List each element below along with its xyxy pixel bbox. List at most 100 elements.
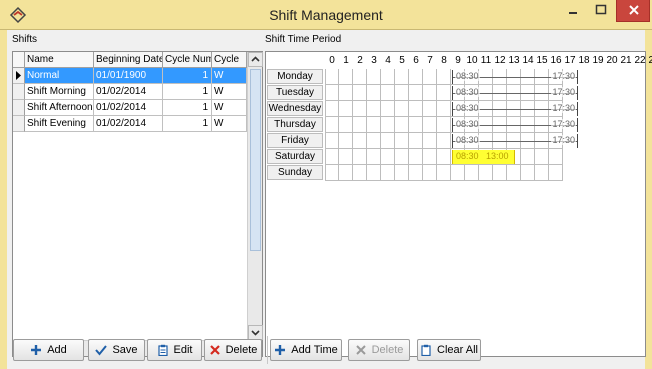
time-slot-cell[interactable] [353,85,367,101]
cell-beginning-date[interactable]: 01/02/2014 [94,116,163,132]
time-slot-cell[interactable] [409,85,423,101]
vertical-scroll-thumb[interactable] [250,69,261,251]
cell-cycle-num[interactable]: 1 [163,116,212,132]
time-slot-cell[interactable] [381,101,395,117]
time-slot-cell[interactable] [339,101,353,117]
cell-cycle-num[interactable]: 1 [163,100,212,116]
time-slot-cell[interactable] [437,149,451,165]
save-button[interactable]: Save [88,339,145,361]
time-slot-cell[interactable] [423,69,437,85]
clear-all-button[interactable]: Clear All [417,339,481,361]
edit-button[interactable]: Edit [147,339,202,361]
time-slot-cell[interactable] [325,117,339,133]
delete-time-button[interactable]: Delete [348,339,410,361]
delete-button[interactable]: Delete [204,339,262,361]
time-slot-cell[interactable] [381,133,395,149]
cell-name[interactable]: Shift Evening [25,116,94,132]
time-slot-cell[interactable] [339,117,353,133]
scroll-up-button[interactable] [248,52,263,67]
time-slot-cell[interactable] [395,149,409,165]
time-slot-cell[interactable] [381,85,395,101]
time-slot-cell[interactable] [353,149,367,165]
column-header-name[interactable]: Name [25,52,94,68]
time-slot-cell[interactable] [549,149,563,165]
time-slot-cell[interactable] [325,101,339,117]
time-slot-cell[interactable] [409,69,423,85]
time-slot-cell[interactable] [367,69,381,85]
time-slot-cell[interactable] [395,117,409,133]
time-slot-cell[interactable] [479,165,493,181]
time-slot-cell[interactable] [339,69,353,85]
shift-period-bar[interactable]: 08:30 17:30 [452,86,578,100]
cell-name[interactable]: Shift Morning [25,84,94,100]
table-row[interactable]: Shift Morning 01/02/2014 1 W [13,84,247,100]
column-header-cycle[interactable]: Cycle [212,52,247,68]
time-slot-cell[interactable] [367,133,381,149]
cell-cycle[interactable]: W [212,100,247,116]
cell-beginning-date[interactable]: 01/01/1900 [94,68,163,84]
time-slot-cell[interactable] [521,149,535,165]
time-slot-cell[interactable] [381,149,395,165]
time-slot-cell[interactable] [339,133,353,149]
time-slot-cell[interactable] [423,133,437,149]
add-time-button[interactable]: Add Time [270,339,342,361]
time-slot-cell[interactable] [325,85,339,101]
time-period-grid[interactable]: 0123456789101112131415161718192021222324… [265,51,652,357]
cell-cycle-num[interactable]: 1 [163,84,212,100]
shift-period-bar[interactable]: 08:30 17:30 [452,102,578,116]
time-slot-cell[interactable] [395,85,409,101]
shift-period-bar[interactable]: 08:30 17:30 [452,134,578,148]
table-row[interactable]: Shift Evening 01/02/2014 1 W [13,116,247,132]
time-slot-cell[interactable] [409,101,423,117]
time-slot-cell[interactable] [423,165,437,181]
time-slot-cell[interactable] [535,165,549,181]
time-slot-cell[interactable] [437,133,451,149]
add-button[interactable]: Add [13,339,84,361]
time-slot-cell[interactable] [339,149,353,165]
time-slot-cell[interactable] [367,101,381,117]
time-slot-cell[interactable] [437,117,451,133]
time-slot-cell[interactable] [367,149,381,165]
time-slot-cell[interactable] [353,117,367,133]
time-slot-cell[interactable] [535,149,549,165]
time-slot-cell[interactable] [423,85,437,101]
vertical-scrollbar[interactable] [247,52,263,340]
table-row[interactable]: Normal 01/01/1900 1 W [13,68,247,84]
close-button[interactable] [616,0,650,22]
time-slot-cell[interactable] [353,101,367,117]
time-slot-cell[interactable] [381,69,395,85]
time-slot-cell[interactable] [325,165,339,181]
time-slot-cell[interactable] [395,101,409,117]
shift-period-bar[interactable]: 08:30 17:30 [452,118,578,132]
time-slot-cell[interactable] [423,101,437,117]
time-slot-cell[interactable] [395,133,409,149]
time-slot-cell[interactable] [395,69,409,85]
time-slot-cell[interactable] [521,165,535,181]
cell-beginning-date[interactable]: 01/02/2014 [94,84,163,100]
cell-cycle[interactable]: W [212,68,247,84]
cell-name[interactable]: Normal [25,68,94,84]
time-slot-cell[interactable] [451,165,465,181]
time-slot-cell[interactable] [395,165,409,181]
time-slot-cell[interactable] [325,149,339,165]
time-slot-cell[interactable] [437,69,451,85]
time-slot-cell[interactable] [381,117,395,133]
time-slot-cell[interactable] [409,165,423,181]
time-slot-cell[interactable] [353,133,367,149]
scroll-down-button[interactable] [248,325,263,340]
time-slot-cell[interactable] [381,165,395,181]
time-slot-cell[interactable] [437,101,451,117]
time-slot-cell[interactable] [339,85,353,101]
shift-period-bar[interactable]: 08:30 17:30 [452,70,578,84]
time-slot-cell[interactable] [353,69,367,85]
time-slot-cell[interactable] [367,165,381,181]
time-slot-cell[interactable] [437,165,451,181]
time-slot-cell[interactable] [493,165,507,181]
time-slot-cell[interactable] [339,165,353,181]
time-slot-cell[interactable] [409,117,423,133]
time-slot-cell[interactable] [423,117,437,133]
column-header-cycle-num[interactable]: Cycle Num [163,52,212,68]
cell-cycle[interactable]: W [212,116,247,132]
cell-beginning-date[interactable]: 01/02/2014 [94,100,163,116]
time-slot-cell[interactable] [325,133,339,149]
